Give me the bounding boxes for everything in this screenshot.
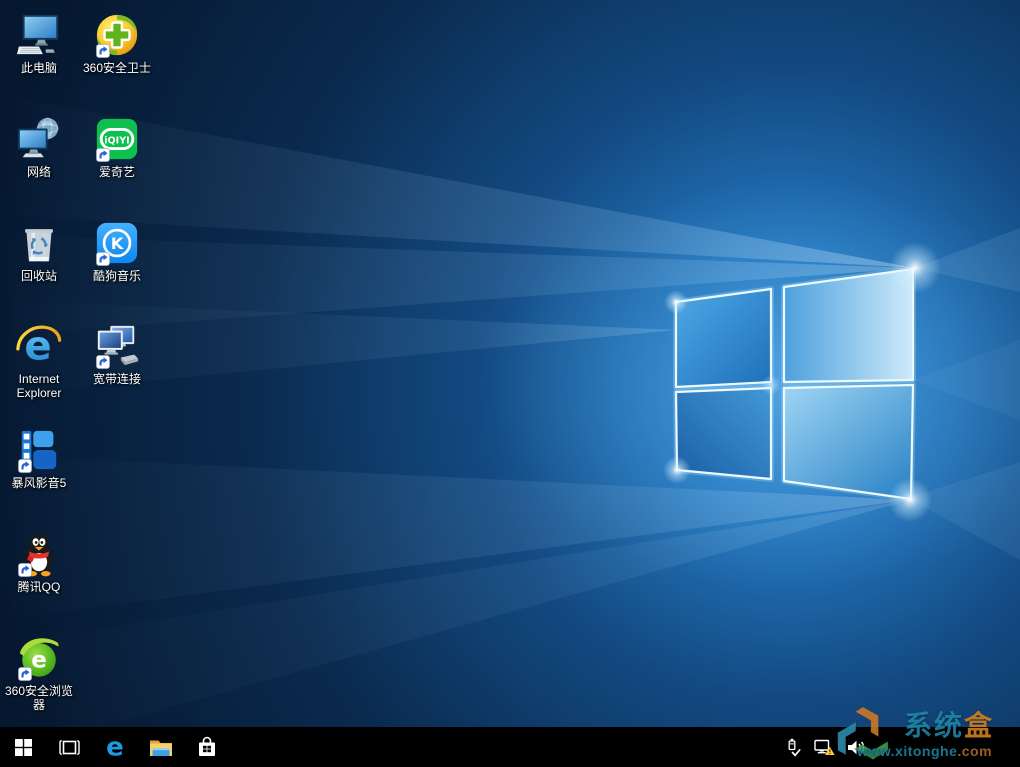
desktop-icon-label: 酷狗音乐 (92, 269, 141, 283)
desktop-icon-360-browser[interactable]: e 360安全浏览器 (0, 635, 78, 712)
desktop-icon-iqiyi[interactable]: iQIYI 爱奇艺 (78, 116, 156, 179)
shortcut-arrow-icon (18, 563, 32, 577)
desktop-icon-label: 暴风影音5 (11, 476, 67, 490)
internet-explorer-icon: e (16, 323, 62, 369)
start-button[interactable] (0, 727, 46, 767)
task-view-button[interactable] (46, 727, 92, 767)
task-view-icon (58, 739, 80, 755)
recycle-bin-icon (25, 229, 53, 262)
360-browser-logo-text: e (31, 648, 47, 674)
windows-logo-icon (14, 738, 32, 756)
desktop-icon-label: 网络 (26, 165, 51, 179)
desktop: 此电脑 360安全卫士 网络 iQIYI 爱奇艺 回收站 K 酷狗音乐 e In… (0, 0, 1020, 767)
edge-logo-text: e (106, 734, 124, 760)
shortcut-arrow-icon (96, 148, 110, 162)
desktop-icon-label: 此电脑 (20, 61, 57, 75)
edge-taskbar-button[interactable]: e (92, 727, 138, 767)
edge-icon: e (106, 734, 124, 760)
desktop-icon-internet-explorer[interactable]: e Internet Explorer (0, 323, 78, 400)
desktop-icon-label: 宽带连接 (92, 372, 141, 386)
iqiyi-logo-text: iQIYI (104, 135, 130, 146)
desktop-icon-label: 360安全卫士 (82, 61, 152, 75)
shortcut-arrow-icon (96, 252, 110, 266)
network-icon (17, 117, 59, 158)
shortcut-arrow-icon (18, 459, 32, 473)
this-pc-icon (16, 14, 59, 55)
network-warning-tray-icon[interactable] (812, 727, 836, 767)
system-tray (780, 727, 868, 767)
desktop-icon-label: 爱奇艺 (98, 165, 135, 179)
desktop-icon-label: 回收站 (20, 269, 57, 283)
desktop-icon-broadband[interactable]: 宽带连接 (78, 323, 156, 386)
desktop-icon-kugou[interactable]: K 酷狗音乐 (78, 220, 156, 283)
store-taskbar-button[interactable] (184, 727, 230, 767)
microsoft-store-icon (199, 736, 215, 756)
desktop-icon-recycle-bin[interactable]: 回收站 (0, 220, 78, 283)
usb-tray-icon[interactable] (780, 727, 804, 767)
desktop-icon-baofeng[interactable]: 暴风影音5 (0, 427, 78, 490)
desktop-icon-label: 腾讯QQ (17, 580, 61, 594)
desktop-icon-label: 360安全浏览器 (4, 684, 74, 712)
shortcut-arrow-icon (18, 667, 32, 681)
shortcut-arrow-icon (96, 44, 110, 58)
desktop-icon-label: Internet Explorer (16, 372, 62, 400)
desktop-icon-qq[interactable]: 腾讯QQ (0, 531, 78, 594)
file-explorer-icon (150, 740, 172, 756)
desktop-icon-360-safe[interactable]: 360安全卫士 (78, 12, 156, 75)
taskbar: e (0, 727, 1020, 767)
desktop-icon-network[interactable]: 网络 (0, 116, 78, 179)
kugou-logo-text: K (111, 234, 125, 253)
file-explorer-taskbar-button[interactable] (138, 727, 184, 767)
shortcut-arrow-icon (96, 355, 110, 369)
desktop-icon-this-pc[interactable]: 此电脑 (0, 12, 78, 75)
volume-tray-icon[interactable] (844, 727, 868, 767)
